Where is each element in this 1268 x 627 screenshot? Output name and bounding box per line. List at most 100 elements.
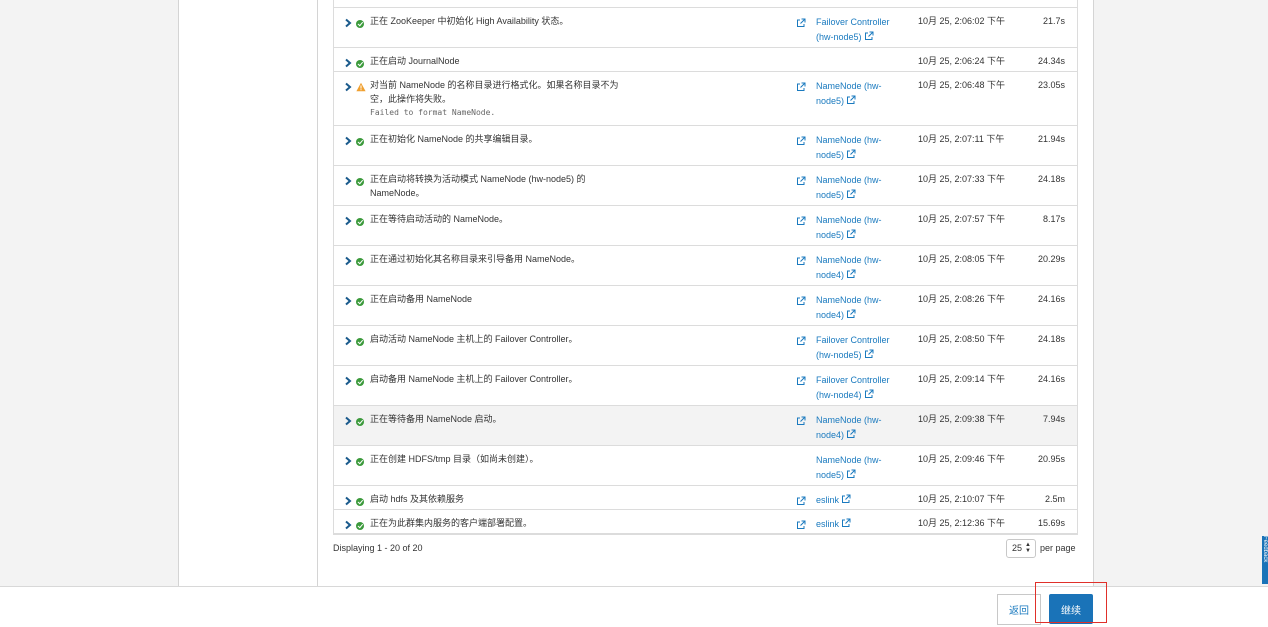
step-description: 正在启动将转换为活动模式 NameNode (hw-node5) 的 NameNo… — [370, 173, 640, 200]
chevron-right-icon[interactable] — [344, 136, 352, 146]
chevron-right-icon[interactable] — [344, 176, 352, 186]
chevron-right-icon[interactable] — [344, 82, 352, 92]
role-link-text-cont[interactable]: node4) — [816, 270, 844, 280]
open-link-icon[interactable] — [846, 229, 856, 239]
open-link-icon[interactable] — [864, 389, 874, 399]
success-icon — [356, 338, 364, 346]
role-link-text-cont[interactable]: (hw-node5) — [816, 350, 862, 360]
table-row[interactable]: 对当前 NameNode 的名称目录进行格式化。如果名称目录不为 空，此操作将失败… — [334, 72, 1077, 126]
table-row[interactable]: 正在等待备用 NameNode 启动。 NameNode (hw-node4) 10… — [334, 406, 1077, 446]
external-link-icon[interactable] — [796, 176, 806, 186]
chevron-right-icon[interactable] — [344, 58, 352, 68]
table-row[interactable]: 正在启动将转换为活动模式 NameNode (hw-node5) 的 NameNo… — [334, 166, 1077, 206]
table-row[interactable]: 正在启动备用 NameNode NameNode (hw-node4) 10月 25… — [334, 286, 1077, 326]
role-link-text[interactable]: Failover Controller — [816, 375, 890, 385]
role-link[interactable]: Failover Controller (hw-node5) — [816, 333, 906, 362]
open-link-icon[interactable] — [846, 429, 856, 439]
role-link[interactable]: Failover Controller (hw-node5) — [816, 15, 906, 44]
open-link-icon[interactable] — [864, 31, 874, 41]
external-link-icon[interactable] — [796, 336, 806, 346]
chevron-right-icon[interactable] — [344, 520, 352, 530]
feedback-tab[interactable]: Feedback — [1262, 536, 1268, 584]
role-link-text[interactable]: Failover Controller — [816, 335, 890, 345]
external-link-icon[interactable] — [796, 256, 806, 266]
table-row[interactable]: 正在 ZooKeeper 中初始化 High Availability 状态。 F… — [334, 8, 1077, 48]
role-link-text[interactable]: NameNode (hw- — [816, 455, 882, 465]
per-page-select[interactable]: 25 ▲ ▼ — [1006, 538, 1036, 558]
success-icon — [356, 522, 364, 530]
table-row[interactable]: 正在创建 HDFS/tmp 目录（如尚未创建）。 NameNode (hw-nod… — [334, 446, 1077, 486]
table-row[interactable]: 正在通过初始化其名称目录来引导备用 NameNode。 NameNode (hw-… — [334, 246, 1077, 286]
success-icon — [356, 458, 364, 466]
open-link-icon[interactable] — [846, 309, 856, 319]
role-link-text[interactable]: NameNode (hw- — [816, 255, 882, 265]
open-link-icon[interactable] — [841, 494, 851, 504]
external-link-icon[interactable] — [796, 18, 806, 28]
role-link-text-cont[interactable]: node5) — [816, 230, 844, 240]
chevron-right-icon[interactable] — [344, 256, 352, 266]
step-description-text: 启动 hdfs 及其依赖服务 — [370, 494, 465, 504]
role-link-text-cont[interactable]: node5) — [816, 190, 844, 200]
open-link-icon[interactable] — [846, 469, 856, 479]
role-link-text-cont[interactable]: node4) — [816, 310, 844, 320]
role-link-text[interactable]: NameNode (hw- — [816, 215, 882, 225]
role-link[interactable]: eslink — [816, 517, 906, 532]
chevron-right-icon[interactable] — [344, 216, 352, 226]
chevron-right-icon[interactable] — [344, 416, 352, 426]
role-link[interactable]: NameNode (hw-node5) — [816, 173, 906, 202]
chevron-right-icon[interactable] — [344, 336, 352, 346]
role-link[interactable]: Failover Controller (hw-node4) — [816, 373, 906, 402]
success-icon — [356, 378, 364, 386]
role-link-text[interactable]: NameNode (hw- — [816, 415, 882, 425]
external-link-icon[interactable] — [796, 216, 806, 226]
chevron-right-icon[interactable] — [344, 18, 352, 28]
role-link-text[interactable]: Failover Controller — [816, 17, 890, 27]
role-link-text-cont[interactable]: node5) — [816, 150, 844, 160]
role-link-text[interactable]: NameNode (hw- — [816, 175, 882, 185]
role-link[interactable]: eslink — [816, 493, 906, 508]
table-row[interactable]: 正在为此群集内服务的客户端部署配置。 eslink 10月 25, 2:12:36 … — [334, 510, 1077, 534]
open-link-icon[interactable] — [846, 149, 856, 159]
open-link-icon[interactable] — [846, 269, 856, 279]
role-link-text[interactable]: NameNode (hw- — [816, 81, 882, 91]
chevron-right-icon[interactable] — [344, 456, 352, 466]
role-link[interactable]: NameNode (hw-node5) — [816, 453, 906, 482]
role-link-text-cont[interactable]: (hw-node5) — [816, 32, 862, 42]
table-row[interactable]: 正在初始化 NameNode 的共享编辑目录。 NameNode (hw-node… — [334, 126, 1077, 166]
role-link[interactable]: NameNode (hw-node4) — [816, 413, 906, 442]
role-link[interactable]: NameNode (hw-node5) — [816, 79, 906, 108]
external-link-icon[interactable] — [796, 82, 806, 92]
role-link[interactable]: NameNode (hw-node4) — [816, 253, 906, 282]
role-link-text-cont[interactable]: (hw-node4) — [816, 390, 862, 400]
table-row[interactable]: 正在启动 JournalNode 10月 25, 2:06:24 下午 24.34s — [334, 48, 1077, 72]
external-link-icon[interactable] — [796, 376, 806, 386]
role-link-text[interactable]: NameNode (hw- — [816, 135, 882, 145]
role-link-text-cont[interactable]: node4) — [816, 430, 844, 440]
role-link[interactable]: NameNode (hw-node5) — [816, 213, 906, 242]
role-link[interactable]: NameNode (hw-node5) — [816, 133, 906, 162]
external-link-icon[interactable] — [796, 416, 806, 426]
role-link-text-cont[interactable]: node5) — [816, 96, 844, 106]
open-link-icon[interactable] — [841, 518, 851, 528]
role-link-text-cont[interactable]: node5) — [816, 470, 844, 480]
chevron-right-icon[interactable] — [344, 296, 352, 306]
role-link-text[interactable]: eslink — [816, 519, 839, 529]
table-row[interactable]: 正在等待启动活动的 NameNode。 NameNode (hw-node5) 10… — [334, 206, 1077, 246]
open-link-icon[interactable] — [864, 349, 874, 359]
external-link-icon[interactable] — [796, 496, 806, 506]
external-link-icon[interactable] — [796, 296, 806, 306]
table-row[interactable]: 启动备用 NameNode 主机上的 Failover Controller。 F… — [334, 366, 1077, 406]
open-link-icon[interactable] — [846, 95, 856, 105]
open-link-icon[interactable] — [846, 189, 856, 199]
step-description-text-cont: NameNode。 — [370, 187, 425, 198]
chevron-right-icon[interactable] — [344, 496, 352, 506]
external-link-icon[interactable] — [796, 520, 806, 530]
main-content: 正在 ZooKeeper 中初始化 High Availability 状态。 F… — [318, 0, 1094, 586]
chevron-right-icon[interactable] — [344, 376, 352, 386]
role-link-text[interactable]: NameNode (hw- — [816, 295, 882, 305]
external-link-icon[interactable] — [796, 136, 806, 146]
role-link[interactable]: NameNode (hw-node4) — [816, 293, 906, 322]
table-row[interactable]: 启动活动 NameNode 主机上的 Failover Controller。 F… — [334, 326, 1077, 366]
role-link-text[interactable]: eslink — [816, 495, 839, 505]
table-row[interactable]: 启动 hdfs 及其依赖服务 eslink 10月 25, 2:10:07 下午 2.… — [334, 486, 1077, 510]
